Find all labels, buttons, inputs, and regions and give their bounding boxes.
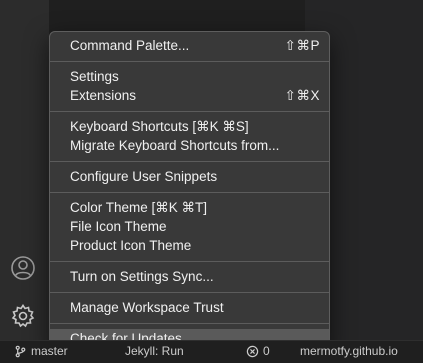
menu-separator bbox=[50, 111, 329, 112]
status-bar: master Jekyll: Run 0 mermotfy.github.io bbox=[0, 340, 423, 363]
manage-menu: Command Palette... ⇧⌘P Settings Extensio… bbox=[49, 31, 330, 353]
git-branch-icon bbox=[15, 345, 26, 357]
menu-separator bbox=[50, 323, 329, 324]
menu-item-extensions[interactable]: Extensions ⇧⌘X bbox=[50, 86, 329, 105]
menu-item-color-theme[interactable]: Color Theme [⌘K ⌘T] bbox=[50, 198, 329, 217]
error-icon bbox=[246, 345, 259, 357]
menu-separator bbox=[50, 292, 329, 293]
shortcut-label: ⇧⌘P bbox=[284, 37, 320, 53]
menu-separator bbox=[50, 192, 329, 193]
menu-item-command-palette[interactable]: Command Palette... ⇧⌘P bbox=[50, 36, 329, 55]
status-site[interactable]: mermotfy.github.io bbox=[300, 344, 398, 358]
menu-item-settings[interactable]: Settings bbox=[50, 67, 329, 86]
status-jekyll[interactable]: Jekyll: Run bbox=[125, 344, 184, 358]
gear-icon[interactable] bbox=[10, 303, 36, 329]
status-branch[interactable]: master bbox=[14, 344, 68, 358]
shortcut-label: ⇧⌘X bbox=[284, 87, 320, 103]
menu-item-keyboard-shortcuts[interactable]: Keyboard Shortcuts [⌘K ⌘S] bbox=[50, 117, 329, 136]
activity-bar bbox=[0, 0, 49, 340]
account-icon[interactable] bbox=[10, 255, 36, 281]
menu-separator bbox=[50, 61, 329, 62]
status-problems[interactable]: 0 bbox=[246, 344, 270, 358]
menu-item-workspace-trust[interactable]: Manage Workspace Trust bbox=[50, 298, 329, 317]
menu-item-migrate-keyboard-shortcuts[interactable]: Migrate Keyboard Shortcuts from... bbox=[50, 136, 329, 155]
menu-item-file-icon-theme[interactable]: File Icon Theme bbox=[50, 217, 329, 236]
menu-separator bbox=[50, 261, 329, 262]
menu-item-product-icon-theme[interactable]: Product Icon Theme bbox=[50, 236, 329, 255]
menu-separator bbox=[50, 161, 329, 162]
menu-item-user-snippets[interactable]: Configure User Snippets bbox=[50, 167, 329, 186]
menu-item-settings-sync[interactable]: Turn on Settings Sync... bbox=[50, 267, 329, 286]
